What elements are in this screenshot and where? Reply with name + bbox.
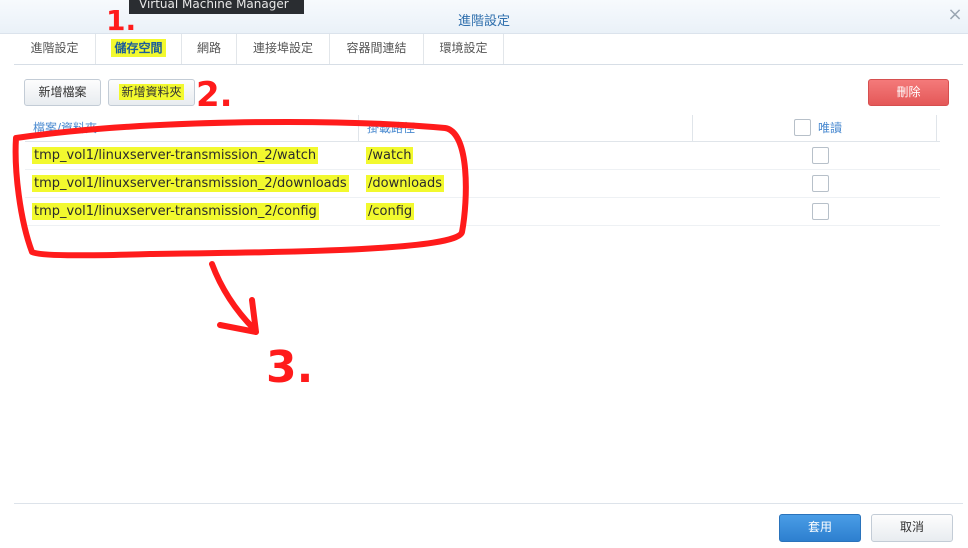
tab-storage[interactable]: 儲存空間 <box>96 34 182 64</box>
column-header-file-folder[interactable]: 檔案/資料夾 <box>33 115 97 142</box>
table-row[interactable]: tmp_vol1/linuxserver-transmission_2/watc… <box>25 142 940 170</box>
table-row[interactable]: tmp_vol1/linuxserver-transmission_2/conf… <box>25 198 940 226</box>
table-row[interactable]: tmp_vol1/linuxserver-transmission_2/down… <box>25 170 940 198</box>
tab-bar: 進階設定 儲存空間 網路 連接埠設定 容器間連結 環境設定 <box>14 34 963 65</box>
file-folder-cell: tmp_vol1/linuxserver-transmission_2/conf… <box>32 203 319 220</box>
annotation-step-3: 3. <box>266 342 313 393</box>
file-folder-cell: tmp_vol1/linuxserver-transmission_2/down… <box>32 175 349 192</box>
select-all-readonly-checkbox[interactable] <box>794 119 811 136</box>
cancel-button[interactable]: 取消 <box>871 514 953 542</box>
annotation-arrow <box>209 261 259 335</box>
tab-port-settings[interactable]: 連接埠設定 <box>237 34 330 64</box>
column-divider <box>936 115 937 142</box>
tab-environment[interactable]: 環境設定 <box>424 34 504 64</box>
tab-links[interactable]: 容器間連結 <box>330 34 424 64</box>
tooltip: Virtual Machine Manager <box>129 0 304 14</box>
mount-path-cell: /config <box>366 203 415 220</box>
tab-network[interactable]: 網路 <box>182 34 237 64</box>
apply-button[interactable]: 套用 <box>779 514 861 542</box>
column-divider <box>358 115 359 142</box>
table-header: 檔案/資料夾 掛載路徑 唯讀 <box>25 115 940 142</box>
column-divider <box>692 115 693 142</box>
column-header-mount-path[interactable]: 掛載路徑 <box>367 115 415 142</box>
read-only-checkbox[interactable] <box>812 147 829 164</box>
column-header-read-only: 唯讀 <box>818 121 843 135</box>
add-file-button[interactable]: 新增檔案 <box>24 79 101 106</box>
read-only-checkbox[interactable] <box>812 203 829 220</box>
mount-path-cell: /downloads <box>366 175 445 192</box>
footer-divider <box>14 503 963 504</box>
delete-button[interactable]: 刪除 <box>868 79 949 106</box>
mount-path-cell: /watch <box>366 147 414 164</box>
read-only-checkbox[interactable] <box>812 175 829 192</box>
close-icon[interactable]: × <box>946 6 964 24</box>
tab-advanced-settings[interactable]: 進階設定 <box>14 34 96 64</box>
annotation-step-2: 2. <box>196 75 233 115</box>
add-folder-button[interactable]: 新增資料夾 <box>108 79 195 106</box>
file-folder-cell: tmp_vol1/linuxserver-transmission_2/watc… <box>32 147 319 164</box>
